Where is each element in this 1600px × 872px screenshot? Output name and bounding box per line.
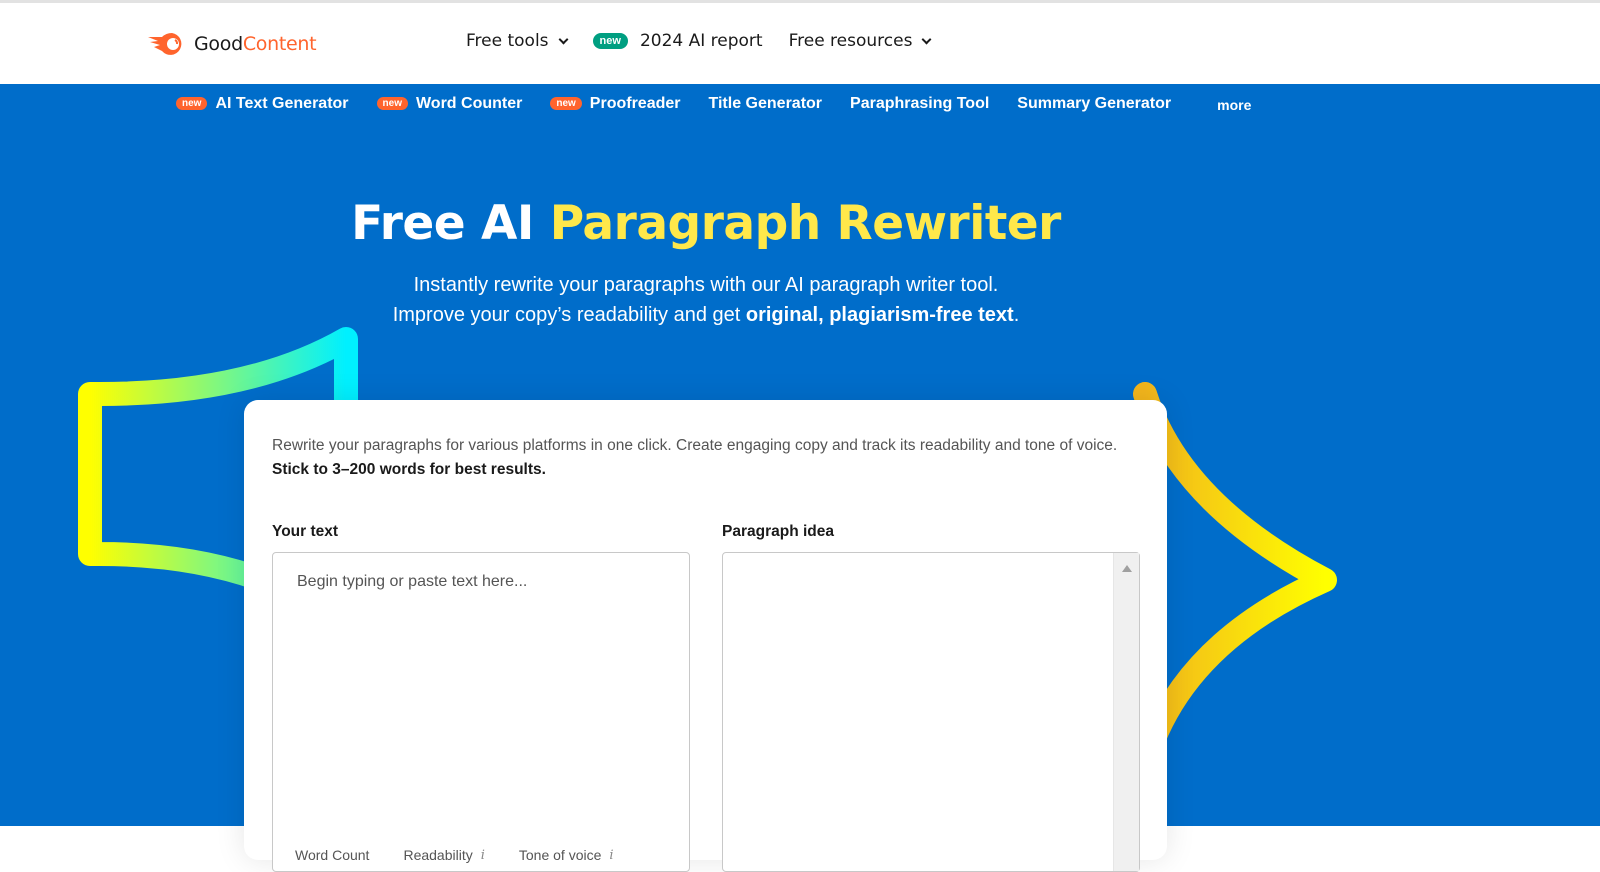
tool-ai-text-generator[interactable]: new AI Text Generator <box>176 95 349 113</box>
site-header: GoodContent Free tools new 2024 AI repor… <box>0 3 1600 84</box>
tool-word-counter[interactable]: new Word Counter <box>376 95 522 113</box>
output-scrollbar[interactable] <box>1113 553 1139 871</box>
new-badge: new <box>592 33 628 49</box>
info-icon[interactable]: i <box>609 848 613 863</box>
chevron-down-icon <box>922 34 932 44</box>
logo[interactable]: GoodContent <box>146 31 317 57</box>
more-tools-link[interactable]: more <box>1217 97 1251 113</box>
readability-stat: Readability i <box>403 847 485 863</box>
tool-paraphrasing-tool[interactable]: Paraphrasing Tool <box>850 95 989 113</box>
logo-text: GoodContent <box>194 33 317 55</box>
your-text-input[interactable]: Begin typing or paste text here... Word … <box>272 552 690 872</box>
right-deco-shape <box>1133 382 1337 776</box>
tool-summary-generator[interactable]: Summary Generator <box>1017 95 1171 113</box>
logo-flame-icon <box>148 33 182 55</box>
page-subtitle: Instantly rewrite your paragraphs with o… <box>392 274 1020 326</box>
chevron-down-icon <box>558 34 568 44</box>
rewriter-card: Rewrite your paragraphs for various plat… <box>244 400 1167 872</box>
tool-title-generator[interactable]: Title Generator <box>709 95 823 113</box>
your-text-label: Your text <box>272 523 339 540</box>
nav-ai-report[interactable]: new 2024 AI report <box>592 31 763 51</box>
new-badge: new <box>550 97 582 110</box>
word-count-stat: Word Count <box>295 847 370 863</box>
main-nav: Free tools new 2024 AI report Free resou… <box>466 31 956 51</box>
info-icon[interactable]: i <box>481 848 485 863</box>
tool-proofreader[interactable]: new Proofreader <box>550 95 681 113</box>
tool-description: Rewrite your paragraphs for various plat… <box>272 437 1118 478</box>
text-stats: Word Count Readability i Tone of voice i <box>295 847 648 863</box>
paragraph-idea-output[interactable] <box>722 552 1140 872</box>
new-badge: new <box>376 97 408 110</box>
page-title: Free AI Paragraph Rewriter <box>351 196 1061 251</box>
paragraph-idea-label: Paragraph idea <box>722 523 834 540</box>
nav-free-tools[interactable]: Free tools <box>466 31 568 51</box>
scroll-up-arrow-icon[interactable] <box>1122 565 1132 572</box>
tone-of-voice-stat: Tone of voice i <box>518 847 614 863</box>
tools-nav: new AI Text Generator new Word Counter n… <box>176 94 1279 113</box>
input-placeholder: Begin typing or paste text here... <box>297 573 528 590</box>
nav-free-resources[interactable]: Free resources <box>789 31 932 51</box>
new-badge: new <box>176 97 208 110</box>
